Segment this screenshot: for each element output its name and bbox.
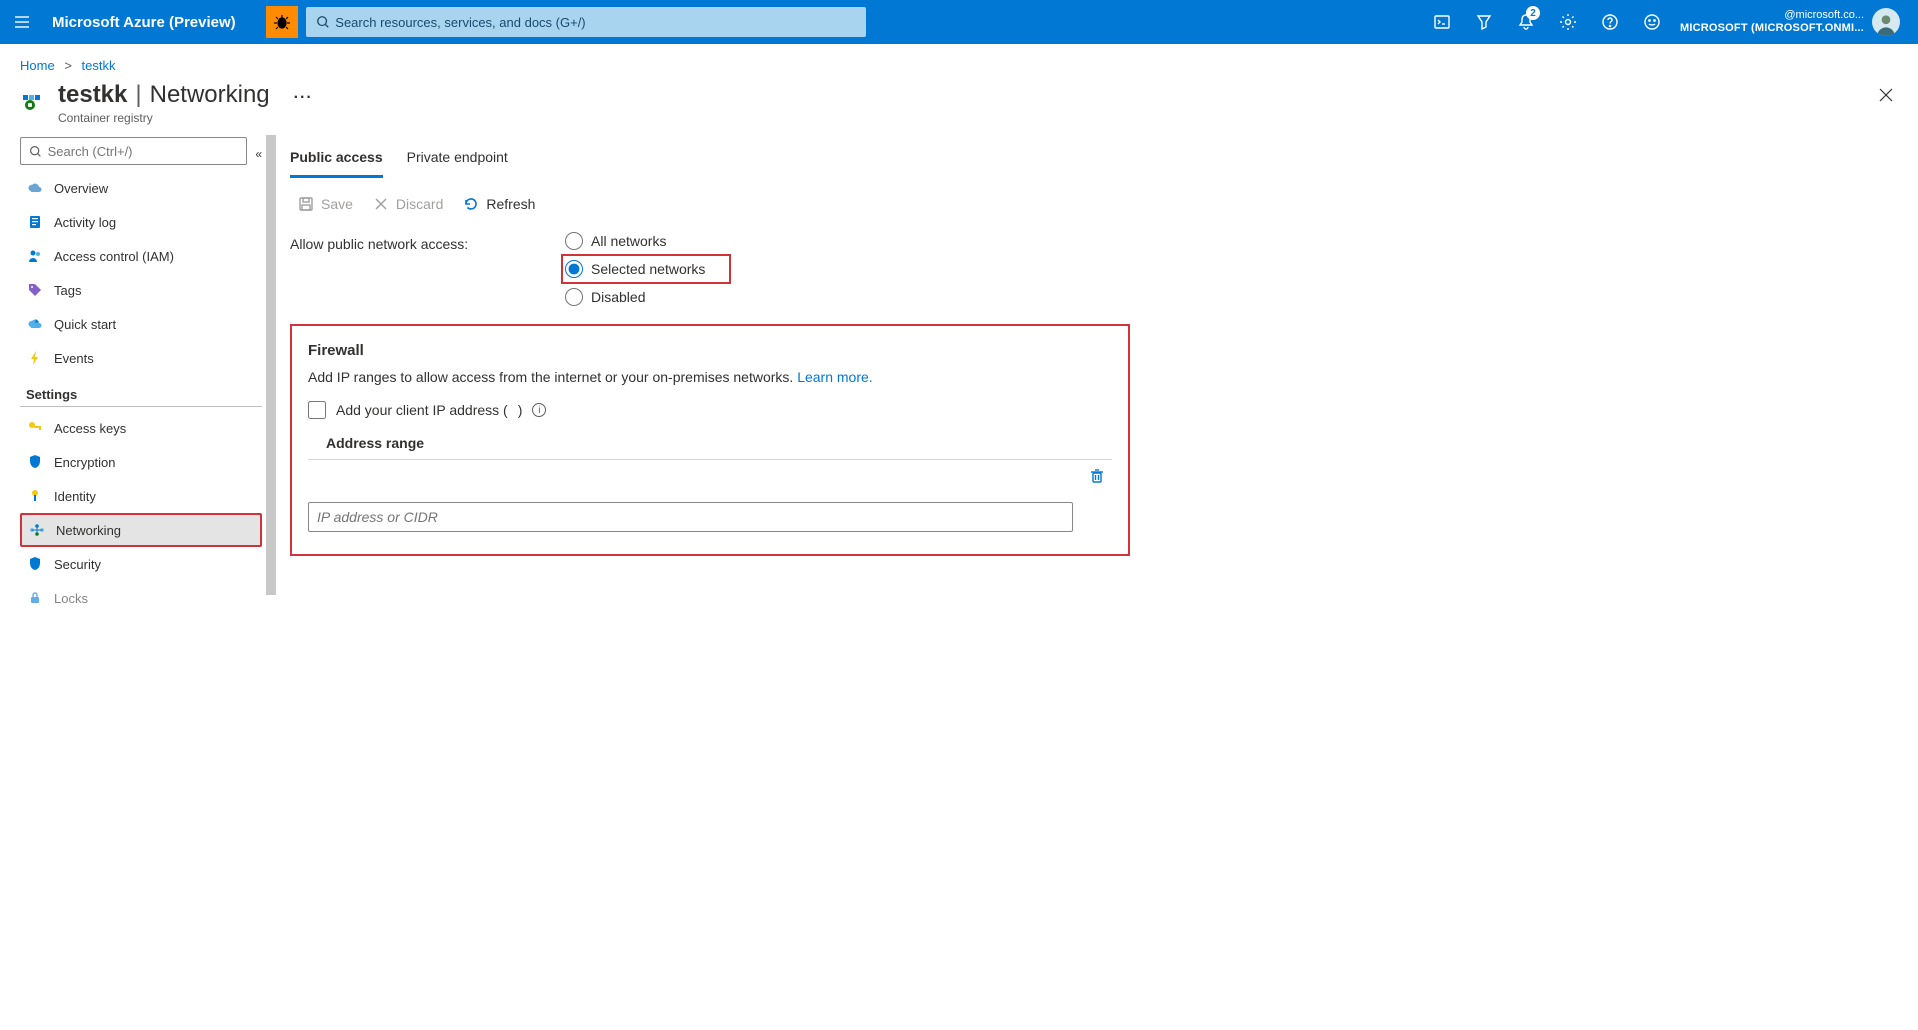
top-nav: Microsoft Azure (Preview) 2 @ xyxy=(0,0,1918,44)
sidebar-item-label: Locks xyxy=(54,591,88,606)
resource-name: testkk xyxy=(58,81,127,109)
info-icon[interactable]: i xyxy=(532,403,546,417)
firewall-description: Add IP ranges to allow access from the i… xyxy=(308,369,1112,385)
directory-filter-icon[interactable] xyxy=(1464,0,1504,44)
close-icon[interactable] xyxy=(1878,81,1898,108)
key-icon xyxy=(26,420,44,436)
notification-badge: 2 xyxy=(1526,6,1540,20)
avatar xyxy=(1872,8,1900,36)
network-icon xyxy=(28,522,46,538)
global-search-input[interactable] xyxy=(333,14,856,31)
breadcrumb-current[interactable]: testkk xyxy=(82,58,116,73)
sidebar-section-settings: Settings xyxy=(20,375,262,407)
bug-icon[interactable] xyxy=(266,6,298,38)
ip-range-input[interactable] xyxy=(308,502,1073,532)
save-button[interactable]: Save xyxy=(298,196,353,212)
cloud-shell-icon[interactable] xyxy=(1422,0,1462,44)
rocket-icon xyxy=(26,316,44,332)
more-actions-icon[interactable]: ··· xyxy=(294,81,313,107)
refresh-button[interactable]: Refresh xyxy=(463,196,535,212)
account-menu[interactable]: @microsoft.co... MICROSOFT (MICROSOFT.ON… xyxy=(1680,8,1910,36)
sidebar-item-networking[interactable]: Networking xyxy=(20,513,262,547)
sidebar-item-activity-log[interactable]: Activity log xyxy=(20,205,262,239)
sidebar-item-label: Overview xyxy=(54,181,108,196)
allow-access-label: Allow public network access: xyxy=(290,232,565,252)
sidebar-item-label: Tags xyxy=(54,283,81,298)
sidebar-item-overview[interactable]: Overview xyxy=(20,171,262,205)
blade-title: Networking xyxy=(150,81,270,109)
address-range-column-header: Address range xyxy=(308,435,1112,451)
radio-selected-networks[interactable]: Selected networks xyxy=(561,254,731,284)
resource-type-label: Container registry xyxy=(58,111,270,125)
sidebar-item-quick-start[interactable]: Quick start xyxy=(20,307,262,341)
sidebar-item-access-control[interactable]: Access control (IAM) xyxy=(20,239,262,273)
discard-button[interactable]: Discard xyxy=(373,196,443,212)
sidebar-item-encryption[interactable]: Encryption xyxy=(20,445,262,479)
sidebar-item-label: Identity xyxy=(54,489,96,504)
sidebar-item-tags[interactable]: Tags xyxy=(20,273,262,307)
sidebar-item-locks[interactable]: Locks xyxy=(20,581,262,615)
sidebar-item-access-keys[interactable]: Access keys xyxy=(20,411,262,445)
sidebar-item-label: Access control (IAM) xyxy=(54,249,174,264)
notifications-icon[interactable]: 2 xyxy=(1506,0,1546,44)
scrollbar-thumb[interactable] xyxy=(266,135,276,595)
sidebar-search-input[interactable] xyxy=(46,143,239,160)
breadcrumb-home[interactable]: Home xyxy=(20,58,55,73)
account-email: @microsoft.co... xyxy=(1680,9,1864,22)
account-tenant: MICROSOFT (MICROSOFT.ONMI... xyxy=(1680,22,1864,35)
client-ip-label-pre: Add your client IP address ( xyxy=(336,402,508,418)
tab-private-endpoint[interactable]: Private endpoint xyxy=(407,143,508,178)
sidebar-item-label: Events xyxy=(54,351,94,366)
sidebar-item-security[interactable]: Security xyxy=(20,547,262,581)
radio-all-networks[interactable]: All networks xyxy=(565,232,707,250)
learn-more-link[interactable]: Learn more. xyxy=(797,369,872,385)
people-icon xyxy=(26,248,44,264)
resource-sidebar: « Overview Activity log Access control (… xyxy=(0,133,276,1021)
client-ip-label-post: ) xyxy=(518,402,523,418)
lock-icon xyxy=(26,590,44,606)
chevron-right-icon: > xyxy=(58,58,78,73)
sidebar-item-label: Encryption xyxy=(54,455,115,470)
log-icon xyxy=(26,214,44,230)
sidebar-item-label: Networking xyxy=(56,523,121,538)
sidebar-item-label: Security xyxy=(54,557,101,572)
feedback-icon[interactable] xyxy=(1632,0,1672,44)
container-registry-icon xyxy=(20,85,48,116)
identity-icon xyxy=(26,488,44,504)
sidebar-item-events[interactable]: Events xyxy=(20,341,262,375)
tab-public-access[interactable]: Public access xyxy=(290,143,383,178)
firewall-title: Firewall xyxy=(308,342,1112,359)
page-header: testkk | Networking Container registry ·… xyxy=(0,79,1918,133)
sidebar-item-label: Activity log xyxy=(54,215,116,230)
menu-icon[interactable] xyxy=(8,8,36,36)
cloud-icon xyxy=(26,180,44,196)
bolt-icon xyxy=(26,350,44,366)
add-client-ip-checkbox[interactable] xyxy=(308,401,326,419)
sidebar-search[interactable] xyxy=(20,137,247,165)
sidebar-item-identity[interactable]: Identity xyxy=(20,479,262,513)
shield-icon xyxy=(26,454,44,470)
address-range-row xyxy=(308,460,1112,496)
firewall-section: Firewall Add IP ranges to allow access f… xyxy=(290,324,1130,556)
radio-disabled[interactable]: Disabled xyxy=(565,288,707,306)
brand-title[interactable]: Microsoft Azure (Preview) xyxy=(44,14,258,31)
shield-icon xyxy=(26,556,44,572)
sidebar-item-label: Quick start xyxy=(54,317,116,332)
content-pane: Public access Private endpoint Save Disc… xyxy=(276,133,1918,1021)
sidebar-item-label: Access keys xyxy=(54,421,126,436)
breadcrumb: Home > testkk xyxy=(0,44,1918,79)
sidebar-collapse-icon[interactable]: « xyxy=(255,147,262,161)
global-search[interactable] xyxy=(306,7,866,37)
tag-icon xyxy=(26,282,44,298)
trash-icon[interactable] xyxy=(1082,468,1112,489)
settings-icon[interactable] xyxy=(1548,0,1588,44)
help-icon[interactable] xyxy=(1590,0,1630,44)
